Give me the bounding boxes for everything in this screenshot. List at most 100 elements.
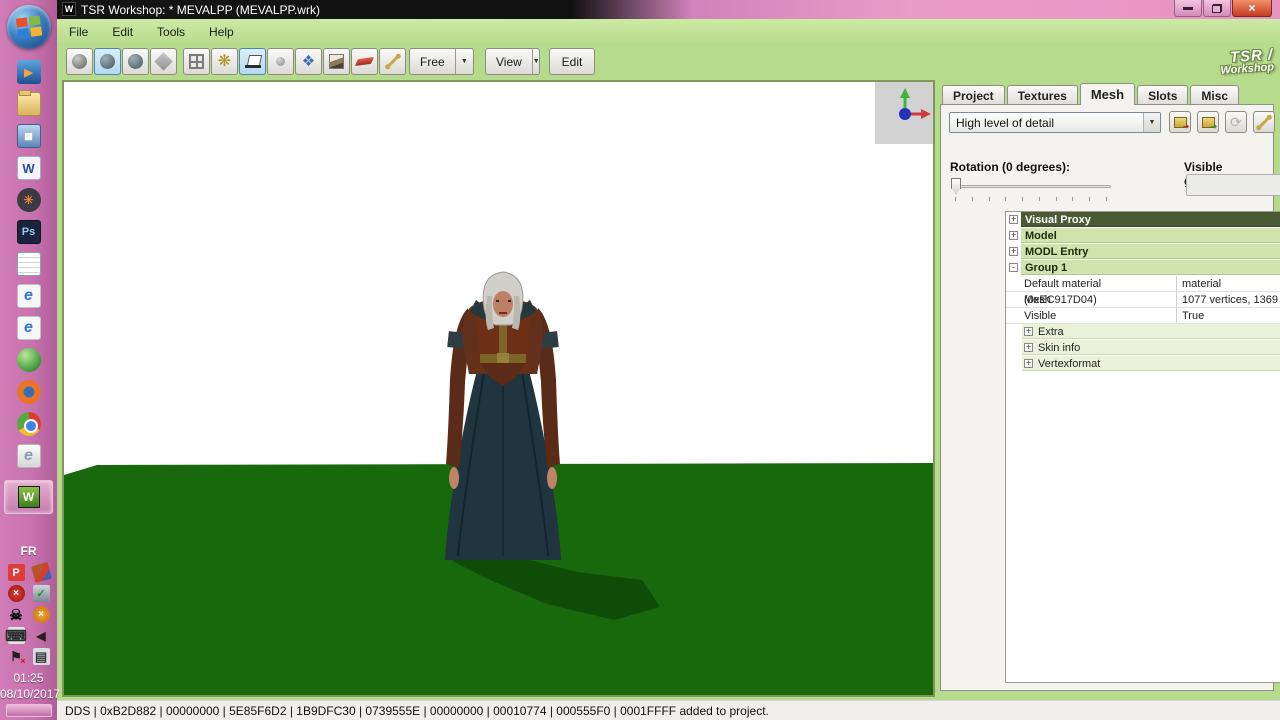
internet-explorer-icon[interactable]: e [16, 284, 41, 308]
geostate-dropdown[interactable]: ▼ [1186, 174, 1280, 196]
tab-mesh[interactable]: Mesh [1079, 83, 1136, 105]
axis-up-arrow [900, 88, 910, 98]
expander-icon[interactable]: + [1024, 359, 1033, 368]
tree-section-group-1[interactable]: - Group 1 [1006, 260, 1280, 276]
tab-textures[interactable]: Textures [1006, 85, 1078, 105]
menu-tools[interactable]: Tools [145, 21, 197, 43]
tree-sub-vertexformat[interactable]: + Vertexformat [1006, 356, 1280, 372]
restore-button[interactable] [1203, 0, 1231, 17]
tray-app-p-icon[interactable]: P [7, 564, 25, 581]
tsr-workshop-window: W TSR Workshop: * MEVALPP (MEVALPP.wrk) … [57, 0, 1280, 700]
tab-strip: Project Textures Mesh Slots Misc [942, 83, 1241, 105]
internet-explorer-silver-icon[interactable]: e [16, 444, 41, 468]
usb-eject-icon[interactable]: ✓ [32, 585, 50, 602]
tree-sub-extra[interactable]: + Extra [1006, 324, 1280, 340]
slider-handle[interactable] [951, 178, 961, 194]
volume-icon[interactable]: ◀ [33, 627, 50, 644]
menu-help[interactable]: Help [197, 21, 246, 43]
action-center-flag-icon[interactable]: ⚑ × [8, 648, 25, 667]
toggle-grid-button[interactable] [183, 48, 210, 75]
menu-bar: File Edit Tools Help [57, 19, 1280, 45]
show-desktop-button[interactable] [5, 704, 52, 717]
toggle-texture-button[interactable] [323, 48, 350, 75]
skull-icon[interactable]: ☠ [8, 606, 25, 624]
tab-project[interactable]: Project [942, 85, 1005, 105]
expander-icon[interactable]: + [1009, 215, 1018, 224]
tab-slots[interactable]: Slots [1137, 85, 1189, 105]
tree-section-visual-proxy[interactable]: + Visual Proxy [1006, 212, 1280, 228]
render-mode-wireframe-button[interactable] [150, 48, 177, 75]
start-button[interactable] [7, 5, 51, 49]
viewport-3d[interactable] [62, 80, 935, 697]
toggle-bones-button[interactable] [379, 48, 406, 75]
render-mode-smooth-button[interactable] [94, 48, 121, 75]
printer-icon[interactable]: ▤ [32, 648, 50, 665]
section-label: Model [1021, 228, 1280, 243]
tab-misc[interactable]: Misc [1190, 85, 1240, 105]
axis-right-arrow [921, 109, 931, 119]
character-right-hand [547, 467, 557, 489]
minimize-button[interactable] [1174, 0, 1202, 17]
lod-dropdown[interactable]: High level of detail ▼ [949, 112, 1161, 133]
edit-button[interactable]: Edit [549, 48, 595, 75]
photoshop-icon[interactable]: Ps [16, 220, 41, 244]
subsection-label: Skin info [1022, 340, 1280, 355]
toolbar: ❋ ❖ Free ▼ View ▼ Edit [57, 45, 1280, 80]
error-icon[interactable]: × [7, 585, 25, 602]
lod-value: High level of detail [956, 115, 1055, 130]
clock-time[interactable]: 01:25 [0, 671, 57, 685]
property-value: True [1176, 308, 1280, 323]
texture-icon [329, 54, 344, 69]
title-bar[interactable]: W TSR Workshop: * MEVALPP (MEVALPP.wrk) … [57, 0, 1280, 19]
render-mode-shaded-button[interactable] [122, 48, 149, 75]
notepad-icon[interactable] [16, 252, 41, 276]
render-mode-flat-button[interactable] [66, 48, 93, 75]
word-icon[interactable]: W [16, 156, 41, 180]
rotation-slider[interactable] [951, 177, 1111, 195]
expander-icon[interactable]: + [1009, 231, 1018, 240]
expander-icon[interactable]: + [1024, 343, 1033, 352]
tree-row-visible[interactable]: Visible True [1006, 308, 1280, 324]
desktop-app-icon[interactable]: ▦ [16, 124, 41, 148]
tree-row-mesh[interactable]: Mesh 1077 vertices, 1369 faces [1006, 292, 1280, 308]
clock-date[interactable]: 08/10/2017 [0, 687, 60, 701]
refresh-button[interactable]: ⟳ [1225, 111, 1247, 133]
camera-mode-dropdown[interactable]: Free ▼ [409, 48, 474, 75]
slider-track[interactable] [951, 185, 1111, 188]
cleaner-brush-icon[interactable] [30, 562, 52, 583]
media-player-icon[interactable]: ▶ [16, 60, 41, 84]
toggle-highlight-button[interactable] [351, 48, 378, 75]
taskbar-button-tsr-workshop[interactable]: W [4, 480, 53, 514]
view-dropdown[interactable]: View ▼ [485, 48, 540, 75]
menu-edit[interactable]: Edit [100, 21, 145, 43]
keyboard-icon[interactable]: ⌨ [5, 627, 27, 645]
close-button[interactable]: × [1232, 0, 1272, 17]
tree-section-model[interactable]: + Model [1006, 228, 1280, 244]
toggle-skeleton-button[interactable]: ❋ [211, 48, 238, 75]
toggle-origin-button[interactable] [267, 48, 294, 75]
import-mesh-button[interactable] [1197, 111, 1219, 133]
explorer-icon[interactable] [16, 90, 41, 116]
property-value: material [1176, 276, 1280, 291]
bone-tool-button[interactable] [1253, 111, 1275, 133]
expander-icon[interactable]: + [1024, 327, 1033, 336]
shield-warning-icon[interactable]: × [32, 606, 50, 623]
restore-icon [1212, 3, 1222, 13]
expander-icon[interactable]: - [1009, 263, 1018, 272]
toggle-vertices-button[interactable]: ❖ [295, 48, 322, 75]
utility-app-icon[interactable]: ✳ [16, 188, 41, 212]
chevron-down-icon: ▼ [531, 49, 540, 74]
tree-sub-skin-info[interactable]: + Skin info [1006, 340, 1280, 356]
menu-file[interactable]: File [57, 21, 100, 43]
export-mesh-button[interactable] [1169, 111, 1191, 133]
tsr-workshop-logo: TSR / Workshop [1220, 46, 1275, 77]
expander-icon[interactable]: + [1009, 247, 1018, 256]
tree-section-modl-entry[interactable]: + MODL Entry [1006, 244, 1280, 260]
internet-explorer-icon-2[interactable]: e [16, 316, 41, 340]
tree-row-default-material[interactable]: Default material (0xEC917D04) material [1006, 276, 1280, 306]
chrome-icon[interactable] [16, 412, 41, 436]
toggle-ground-button[interactable] [239, 48, 266, 75]
green-globe-icon[interactable] [16, 348, 41, 372]
language-indicator[interactable]: FR [0, 544, 57, 558]
firefox-icon[interactable] [16, 380, 41, 404]
